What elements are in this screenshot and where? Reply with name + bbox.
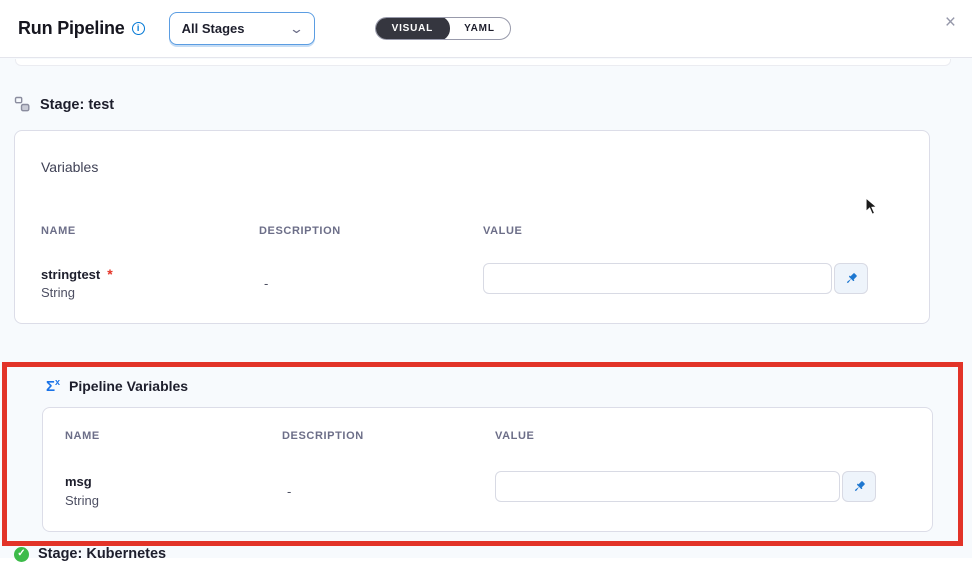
chevron-down-icon: ⌄ (289, 22, 304, 35)
variables-card: Variables NAME DESCRIPTION VALUE stringt… (14, 130, 930, 324)
stage-kubernetes-label: Stage: Kubernetes (38, 546, 166, 562)
pin-icon (852, 479, 867, 494)
variable-value-group (483, 263, 868, 294)
page-title: Run Pipeline (18, 18, 125, 39)
stage-test-label: Stage: test (40, 97, 114, 113)
visual-yaml-toggle: VISUAL YAML (375, 17, 511, 40)
pipeline-variables-card: NAME DESCRIPTION VALUE msg String - (42, 407, 933, 532)
sigma-variables-icon: Σx (46, 378, 60, 394)
variables-card-title: Variables (41, 159, 98, 175)
pv-value-group (495, 471, 876, 502)
stage-selector-dropdown[interactable]: All Stages ⌄ (169, 12, 315, 45)
pv-variable-description: - (287, 484, 291, 499)
close-icon[interactable]: × (945, 13, 956, 32)
run-pipeline-body: Stage: test Variables NAME DESCRIPTION V… (0, 58, 972, 558)
variable-description: - (264, 276, 268, 291)
pv-column-header-value: VALUE (495, 430, 534, 442)
pipeline-variables-heading: Σx Pipeline Variables (46, 378, 188, 394)
column-header-description: DESCRIPTION (259, 225, 341, 237)
pipeline-variables-title: Pipeline Variables (69, 378, 188, 394)
pv-input-type-selector-button[interactable] (842, 471, 876, 502)
tab-visual[interactable]: VISUAL (375, 17, 450, 40)
stage-icon (14, 96, 31, 113)
variable-name: stringtest* (41, 266, 113, 282)
column-header-value: VALUE (483, 225, 522, 237)
tab-yaml[interactable]: YAML (449, 17, 510, 40)
pv-variable-type: String (65, 493, 99, 508)
pv-column-header-description: DESCRIPTION (282, 430, 364, 442)
pv-variable-name: msg (65, 474, 92, 489)
info-icon[interactable]: i (132, 22, 145, 35)
column-header-name: NAME (41, 225, 76, 237)
pv-value-input[interactable] (495, 471, 840, 502)
input-type-selector-button[interactable] (834, 263, 868, 294)
stage-selector-value: All Stages (182, 21, 245, 36)
variable-type: String (41, 285, 75, 300)
run-pipeline-header: Run Pipeline i All Stages ⌄ VISUAL YAML … (0, 0, 972, 58)
scrolled-card-edge (15, 59, 951, 66)
stage-kubernetes-heading: ✓ Stage: Kubernetes (14, 546, 166, 562)
check-circle-icon: ✓ (14, 547, 29, 562)
required-asterisk: * (107, 266, 112, 282)
variable-value-input[interactable] (483, 263, 832, 294)
pv-column-header-name: NAME (65, 430, 100, 442)
stage-test-heading: Stage: test (14, 96, 114, 113)
pin-icon (844, 271, 859, 286)
